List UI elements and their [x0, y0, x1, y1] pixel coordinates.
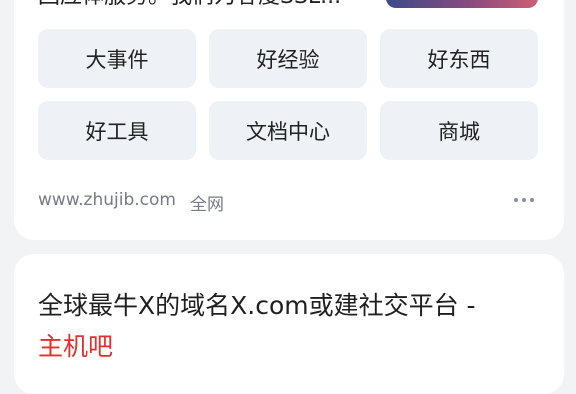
- sitelink-docs-center[interactable]: 文档中心: [209, 101, 367, 160]
- more-dot: [530, 198, 534, 202]
- result-thumbnail[interactable]: [386, 0, 538, 8]
- result-title[interactable]: 全球最牛X的域名X.com或建社交平台 -: [38, 285, 476, 327]
- result-source: www.zhujib.com 全网: [38, 190, 224, 215]
- source-tag: 全网: [189, 195, 224, 215]
- source-domain[interactable]: www.zhujib.com: [38, 190, 176, 215]
- more-dot: [522, 198, 526, 202]
- more-options-icon[interactable]: [514, 198, 534, 202]
- sitelink-good-things[interactable]: 好东西: [380, 29, 538, 88]
- sitelink-mall[interactable]: 商城: [380, 101, 538, 160]
- sitelink-tools[interactable]: 好工具: [38, 101, 196, 160]
- sitelink-experience[interactable]: 好经验: [209, 29, 367, 88]
- result-title-highlight[interactable]: 主机吧: [38, 326, 113, 368]
- sitelink-big-events[interactable]: 大事件: [38, 29, 196, 88]
- more-dot: [514, 198, 518, 202]
- sitelinks-grid: 大事件 好经验 好东西 好工具 文档中心 商城: [38, 29, 539, 160]
- result-snippet: 回应体服务。我们为客度SSL...: [38, 0, 341, 10]
